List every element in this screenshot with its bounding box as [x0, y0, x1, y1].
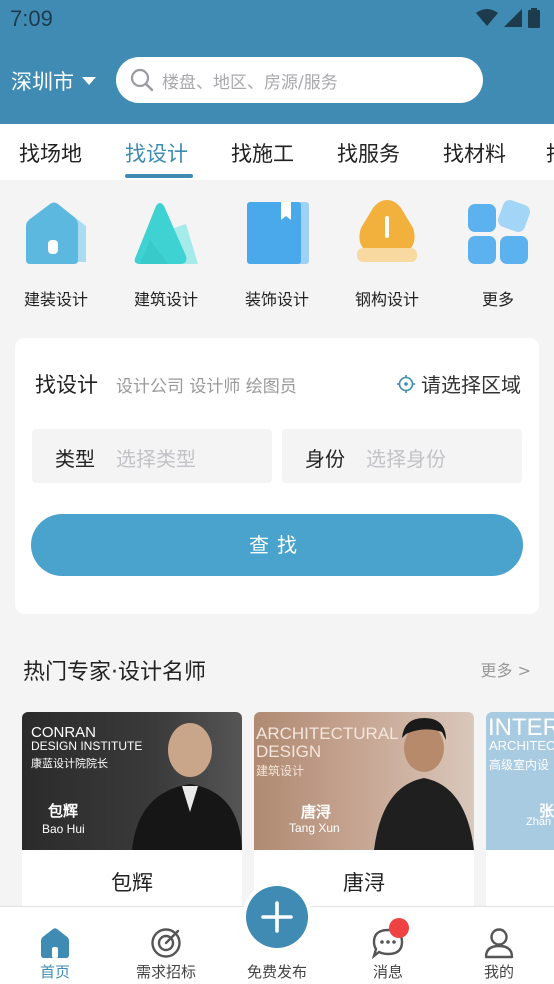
status-icons [476, 8, 540, 28]
category-interior-design[interactable]: 建装设计 [11, 200, 101, 310]
tab-design[interactable]: 找设计 [125, 138, 188, 168]
photo-text: 建筑设计 [256, 764, 305, 778]
type-placeholder: 选择类型 [116, 447, 196, 471]
expert-photo: INTER ARCHITEC 高级室内设 张 Zhan [486, 712, 554, 850]
triangle-icon [134, 203, 198, 264]
category-steel-design[interactable]: 钢构设计 [342, 200, 432, 310]
nav-label: 消息 [372, 963, 403, 981]
photo-text: 包辉 [48, 803, 79, 820]
type-label: 类型 [55, 447, 95, 471]
category-tabs: 找场地 找设计 找施工 找服务 找材料 找 [0, 124, 554, 180]
expert-name: 包辉 [111, 871, 153, 895]
expert-card[interactable]: CONRAN DESIGN INSTITUTE 康蓝设计院院长 包辉 Bao H… [22, 712, 242, 912]
location-target-icon [397, 374, 415, 393]
caret-down-icon [82, 77, 96, 85]
photo-text: DESIGN [256, 742, 322, 761]
category-label: 建装设计 [23, 290, 88, 309]
active-tab-indicator [125, 174, 193, 178]
tab-service[interactable]: 找服务 [337, 138, 400, 168]
city-selector[interactable]: 深圳市 [11, 66, 96, 96]
photo-text: ARCHITEC [489, 738, 554, 753]
expert-card[interactable]: INTER ARCHITEC 高级室内设 张 Zhan [486, 712, 554, 912]
find-design-card: 找设计 设计公司 设计师 绘图员 请选择区域 类型 选择类型 身份 选择身份 查… [15, 338, 539, 614]
photo-text: Bao Hui [42, 822, 85, 836]
nav-label: 需求招标 [135, 963, 196, 981]
photo-text: DESIGN INSTITUTE [31, 739, 143, 753]
app-header: 7:09 深圳市 楼盘、地区、房源/服务 [0, 0, 554, 124]
lamp-icon [357, 200, 417, 262]
target-icon [151, 928, 181, 958]
nav-label: 我的 [483, 963, 514, 981]
identity-placeholder: 选择身份 [366, 447, 446, 471]
city-label: 深圳市 [11, 70, 74, 94]
user-icon [484, 928, 514, 959]
photo-text: ARCHITECTURAL [256, 724, 399, 743]
expert-photo: ARCHITECTURAL DESIGN 建筑设计 唐浔 Tang Xun [254, 712, 474, 850]
more-link[interactable]: 更多 > [481, 657, 532, 681]
portrait-silhouette [132, 723, 242, 850]
wifi-icon [476, 9, 498, 26]
card-subtitle: 设计公司 设计师 绘图员 [116, 377, 297, 397]
nav-profile[interactable]: 我的 [454, 907, 544, 982]
plus-icon [261, 901, 293, 933]
signal-icon [504, 9, 522, 27]
category-label: 更多 [481, 290, 514, 309]
identity-select[interactable]: 身份 选择身份 [282, 429, 522, 483]
book-icon [247, 202, 309, 264]
battery-icon [528, 8, 540, 28]
tab-construction[interactable]: 找施工 [231, 138, 294, 168]
category-decoration-design[interactable]: 装饰设计 [232, 200, 322, 310]
status-time: 7:09 [10, 6, 53, 31]
nav-home[interactable]: 首页 [10, 907, 100, 982]
category-label: 钢构设计 [354, 290, 419, 309]
photo-text: Tang Xun [289, 821, 340, 835]
search-input[interactable]: 楼盘、地区、房源/服务 [116, 57, 483, 103]
category-label: 装饰设计 [244, 290, 309, 309]
region-selector[interactable]: 请选择区域 [397, 369, 521, 398]
grid-icon [468, 200, 530, 264]
search-button[interactable]: 查找 [31, 514, 523, 576]
tab-venue[interactable]: 找场地 [19, 138, 82, 168]
search-icon [130, 68, 154, 92]
region-label: 请选择区域 [421, 373, 521, 397]
nav-messages[interactable]: 消息 [343, 907, 433, 982]
unread-badge [389, 918, 409, 938]
tab-materials[interactable]: 找材料 [443, 138, 506, 168]
house-icon [26, 202, 86, 264]
publish-fab[interactable] [242, 882, 312, 952]
section-title: 热门专家·设计名师 [23, 660, 206, 685]
identity-label: 身份 [305, 447, 345, 471]
home-icon [41, 928, 69, 958]
expert-card[interactable]: ARCHITECTURAL DESIGN 建筑设计 唐浔 Tang Xun 唐浔 [254, 712, 474, 912]
type-select[interactable]: 类型 选择类型 [32, 429, 272, 483]
photo-text: Zhan [526, 816, 552, 828]
photo-text: 高级室内设 [489, 758, 550, 772]
search-placeholder: 楼盘、地区、房源/服务 [162, 72, 338, 93]
tab-overflow[interactable]: 找 [546, 138, 554, 168]
category-architecture-design[interactable]: 建筑设计 [121, 200, 211, 310]
card-title: 找设计 [35, 373, 98, 397]
photo-text: 康蓝设计院院长 [31, 758, 108, 770]
photo-text: 唐浔 [301, 804, 332, 821]
expert-photo: CONRAN DESIGN INSTITUTE 康蓝设计院院长 包辉 Bao H… [22, 712, 242, 850]
category-label: 建筑设计 [133, 290, 198, 309]
category-more[interactable]: 更多 [453, 200, 543, 310]
nav-label: 免费发布 [246, 963, 307, 981]
nav-tender[interactable]: 需求招标 [121, 907, 211, 982]
nav-label: 首页 [39, 963, 70, 981]
